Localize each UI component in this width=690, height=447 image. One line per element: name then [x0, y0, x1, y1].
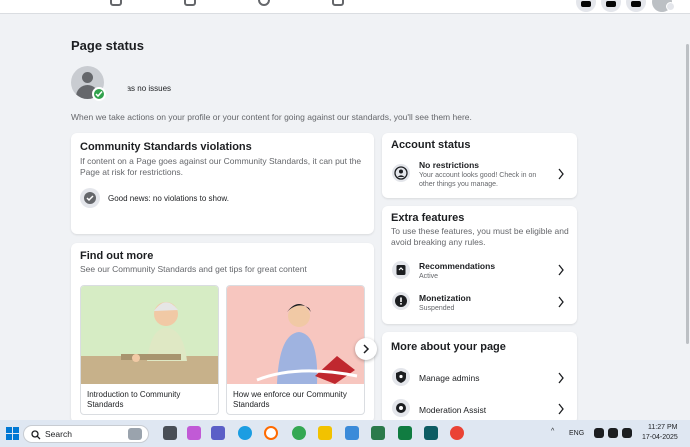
tile-caption: How we enforce our Community Standards [233, 390, 347, 409]
avatar-head [82, 72, 93, 83]
chevron-down-icon[interactable] [666, 2, 675, 11]
recommendations-icon [392, 261, 410, 279]
moderation-gear-icon [392, 399, 410, 417]
account-status-card: Account status No restrictions Your acco… [382, 133, 577, 198]
violations-card: Community Standards violations If conten… [71, 133, 374, 234]
task-view-icon[interactable] [163, 426, 177, 440]
account-status-title: Account status [391, 139, 471, 151]
search-highlight-icon [128, 428, 142, 440]
excel-icon[interactable] [398, 426, 412, 440]
home-tab-icon[interactable] [110, 0, 122, 6]
notifications-button[interactable] [626, 0, 646, 12]
carousel-next-button[interactable] [355, 338, 377, 360]
extra-features-card: Extra features To use these features, yo… [382, 206, 577, 324]
page-scrollbar[interactable] [685, 14, 690, 420]
bell-icon [631, 1, 641, 7]
find-out-more-title: Find out more [80, 250, 154, 262]
account-status-item-desc: Your account looks good! Check in on oth… [419, 172, 537, 188]
tray-chevron-up-icon[interactable]: ^ [551, 428, 554, 435]
find-out-more-subtitle: See our Community Standards and get tips… [80, 264, 307, 274]
chevron-right-icon[interactable] [557, 264, 565, 276]
moderation-assist-link[interactable]: Moderation Assist [419, 405, 486, 415]
battery-icon[interactable] [622, 428, 632, 438]
language-indicator[interactable]: ENG [569, 430, 584, 437]
os-taskbar: Search ^ ENG 11:27 PM 17-04-2025 [0, 420, 690, 447]
taskbar-search[interactable]: Search [23, 425, 149, 443]
intro-text: When we take actions on your profile or … [71, 112, 472, 122]
copilot-icon[interactable] [187, 426, 201, 440]
scrollbar-thumb[interactable] [686, 44, 689, 344]
check-badge-icon [92, 87, 106, 101]
gaming-tab-icon[interactable] [332, 0, 344, 6]
search-icon [31, 430, 41, 440]
chevron-right-icon[interactable] [557, 403, 565, 415]
messenger-button[interactable] [601, 0, 621, 12]
teams-icon[interactable] [211, 426, 225, 440]
violations-description: If content on a Page goes against our Co… [80, 156, 362, 177]
recommendations-title[interactable]: Recommendations [419, 261, 495, 271]
chevron-right-icon[interactable] [557, 168, 565, 180]
edge-icon[interactable] [238, 426, 252, 440]
chrome-icon[interactable] [292, 426, 306, 440]
shield-icon [392, 368, 410, 386]
volume-icon[interactable] [608, 428, 618, 438]
extra-features-description: To use these features, you must be eligi… [391, 226, 569, 247]
clock-time[interactable]: 11:27 PM [648, 424, 677, 431]
calculator-icon[interactable] [345, 426, 359, 440]
video-tab-icon[interactable] [184, 0, 196, 6]
top-navigation-bar [0, 0, 690, 14]
recommendations-status: Active [419, 273, 439, 280]
search-app-icon[interactable] [264, 426, 278, 440]
monetization-alert-icon [392, 292, 410, 310]
chrome-profile-icon[interactable] [450, 426, 464, 440]
account-status-item-title[interactable]: No restrictions [419, 160, 479, 170]
redaction-mark [110, 83, 128, 95]
file-explorer-icon[interactable] [318, 426, 332, 440]
monetization-title[interactable]: Monetization [419, 293, 471, 303]
more-about-page-card: More about your page Manage admins Moder… [382, 332, 577, 424]
app-icon[interactable] [424, 426, 438, 440]
violations-title: Community Standards violations [80, 141, 252, 153]
check-circle-icon [80, 188, 100, 208]
monetization-status: Suspended [419, 305, 455, 312]
violations-status: Good news: no violations to show. [108, 194, 229, 203]
notepad-icon[interactable] [371, 426, 385, 440]
illustration-elderly-man [81, 286, 218, 384]
page-title: Page status [71, 38, 144, 53]
clock-date[interactable]: 17-04-2025 [642, 434, 678, 441]
article-tile-intro[interactable]: Introduction to Community Standards [80, 285, 219, 415]
more-about-page-title: More about your page [391, 341, 506, 353]
windows-start-icon[interactable] [6, 427, 19, 440]
person-circle-icon [392, 164, 410, 182]
search-label: Search [45, 429, 72, 439]
groups-tab-icon[interactable] [258, 0, 270, 6]
tile-caption: Introduction to Community Standards [87, 390, 181, 409]
illustration-woman-laptop [227, 286, 364, 384]
wifi-icon[interactable] [594, 428, 604, 438]
grid-icon [581, 1, 591, 7]
messenger-icon [606, 1, 616, 7]
chevron-right-icon [363, 344, 370, 354]
extra-features-title: Extra features [391, 212, 465, 224]
chevron-right-icon[interactable] [557, 296, 565, 308]
chevron-right-icon[interactable] [557, 372, 565, 384]
article-tile-enforce[interactable]: How we enforce our Community Standards [226, 285, 365, 415]
find-out-more-card: Find out more See our Community Standard… [71, 243, 377, 423]
manage-admins-link[interactable]: Manage admins [419, 373, 479, 383]
menu-grid-button[interactable] [576, 0, 596, 12]
